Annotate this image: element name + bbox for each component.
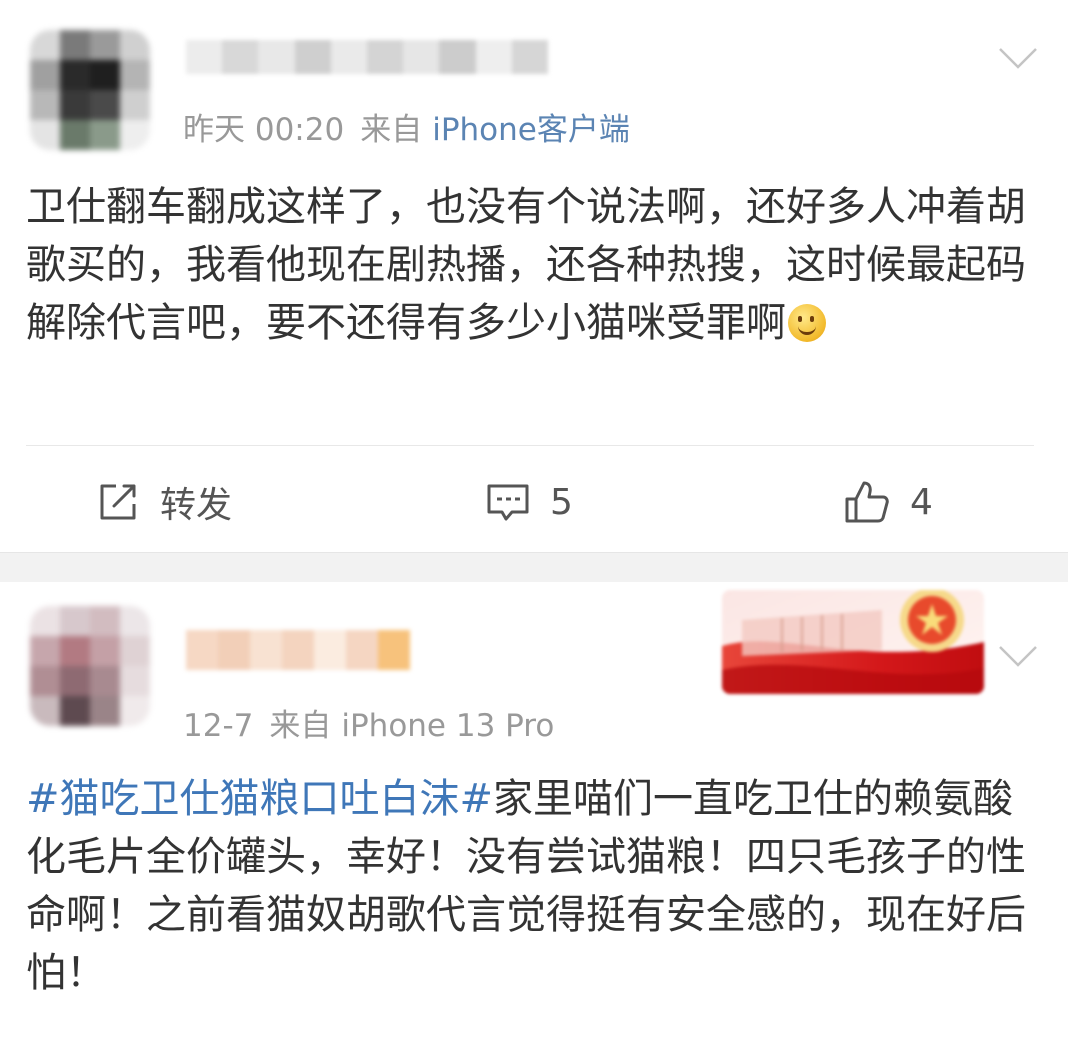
chevron-down-icon[interactable]	[998, 46, 1038, 70]
post-text-content: 卫仕翻车翻成这样了，也没有个说法啊，还好多人冲着胡歌买的，我看他现在剧热播，还各…	[26, 184, 1026, 346]
smile-emoji-icon	[788, 304, 826, 342]
username-blurred[interactable]	[186, 40, 549, 74]
post-separator	[0, 552, 1068, 583]
weibo-post-2: 12-7 来自 iPhone 13 Pro #猫吃卫仕猫粮口吐白沫#家里喵们一直吃卫…	[0, 582, 1068, 1037]
comment-button[interactable]: 5	[486, 478, 573, 526]
username-blurred[interactable]	[186, 630, 410, 670]
post-text: 卫仕翻车翻成这样了，也没有个说法啊，还好多人冲着胡歌买的，我看他现在剧热播，还各…	[26, 178, 1036, 352]
post-time: 昨天 00:20	[183, 112, 345, 148]
comment-icon	[487, 484, 529, 521]
like-count: 4	[910, 481, 933, 523]
avatar[interactable]	[30, 30, 150, 150]
like-button[interactable]: 4	[844, 478, 933, 526]
avatar[interactable]	[30, 606, 150, 726]
post-text: #猫吃卫仕猫粮口吐白沫#家里喵们一直吃卫仕的赖氨酸化毛片全价罐头，幸好！没有尝试…	[26, 770, 1036, 1002]
post-meta: 12-7 来自 iPhone 13 Pro	[183, 700, 554, 745]
comment-count: 5	[550, 481, 573, 523]
decorative-banner-image	[722, 590, 984, 694]
thumbs-up-icon	[845, 481, 889, 523]
divider	[26, 445, 1034, 446]
repost-label: 转发	[160, 485, 233, 526]
hashtag-link[interactable]: #猫吃卫仕猫粮口吐白沫#	[26, 776, 493, 822]
post-time: 12-7	[183, 708, 254, 744]
weibo-post-1: 昨天 00:20 来自 iPhone客户端 卫仕翻车翻成这样了，也没有个说法啊，还好…	[0, 0, 1068, 552]
post-source[interactable]: iPhone 13 Pro	[341, 708, 554, 744]
repost-icon	[100, 484, 136, 520]
post-source[interactable]: iPhone客户端	[432, 112, 630, 148]
source-prefix: 来自	[269, 708, 332, 744]
repost-button[interactable]: 转发	[96, 478, 232, 526]
post-meta: 昨天 00:20 来自 iPhone客户端	[183, 104, 630, 149]
chevron-down-icon[interactable]	[998, 644, 1038, 668]
source-prefix: 来自	[360, 112, 423, 148]
